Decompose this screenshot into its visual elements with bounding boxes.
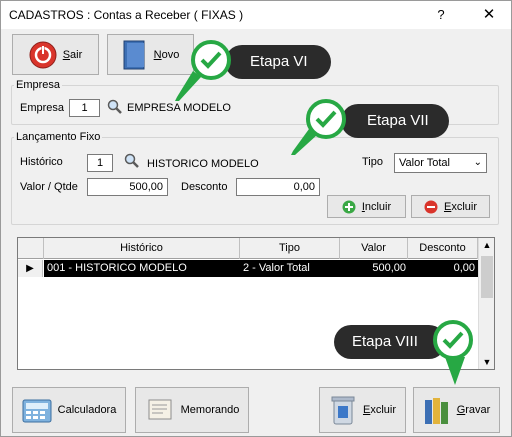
column-header-desconto[interactable]: Desconto bbox=[408, 238, 478, 259]
selected-row[interactable]: 001 - HISTORICO MODELO 2 - Valor Total 5… bbox=[44, 260, 478, 277]
cell-historico: 001 - HISTORICO MODELO bbox=[47, 262, 187, 274]
historico-name: HISTORICO MODELO bbox=[147, 158, 259, 170]
window-title: CADASTROS : Contas a Receber ( FIXAS ) bbox=[9, 8, 244, 22]
tipo-select-value: Valor Total bbox=[399, 157, 450, 169]
search-icon[interactable] bbox=[107, 99, 123, 115]
scroll-down-icon[interactable]: ▼ bbox=[479, 357, 494, 367]
sair-button[interactable]: Sair bbox=[12, 34, 99, 75]
sair-label: Sair bbox=[62, 48, 83, 61]
callout-etapa-7: Etapa VII bbox=[341, 104, 449, 138]
gravar-label: Gravar bbox=[456, 404, 491, 416]
desconto-input[interactable]: 0,00 bbox=[236, 178, 320, 196]
folder-icon bbox=[123, 40, 145, 69]
scroll-up-icon[interactable]: ▲ bbox=[479, 240, 494, 250]
excluir-item-button[interactable]: Excluir bbox=[411, 195, 490, 218]
memorando-label: Memorando bbox=[180, 404, 240, 416]
app-window: CADASTROS : Contas a Receber ( FIXAS ) ?… bbox=[0, 0, 512, 437]
cell-valor: 500,00 bbox=[372, 262, 406, 274]
empresa-name: EMPRESA MODELO bbox=[127, 102, 231, 114]
valor-label: Valor / Qtde bbox=[20, 181, 78, 193]
historico-label: Histórico bbox=[20, 156, 63, 168]
incluir-button[interactable]: Incluir bbox=[327, 195, 406, 218]
row-indicator-icon: ▶ bbox=[18, 260, 43, 277]
empresa-label: Empresa bbox=[20, 102, 65, 114]
excluir-item-label: Excluir bbox=[443, 200, 477, 213]
cell-tipo: 2 - Valor Total bbox=[243, 262, 310, 274]
binders-icon bbox=[424, 398, 448, 424]
novo-label: Novo bbox=[153, 48, 180, 61]
novo-button[interactable]: Novo bbox=[107, 34, 194, 75]
desconto-label: Desconto bbox=[181, 181, 228, 193]
callout-etapa-8: Etapa VIII bbox=[334, 325, 446, 359]
table-header: Histórico Tipo Valor Desconto bbox=[18, 238, 494, 259]
chevron-down-icon: ⌄ bbox=[473, 157, 482, 168]
scroll-thumb[interactable] bbox=[481, 256, 493, 298]
column-header-tipo[interactable]: Tipo bbox=[240, 238, 340, 259]
historico-code-input[interactable]: 1 bbox=[87, 154, 113, 172]
column-header-historico[interactable]: Histórico bbox=[44, 238, 240, 259]
empresa-group-label: Empresa bbox=[16, 79, 61, 91]
historico-search-icon[interactable] bbox=[124, 153, 140, 169]
gravar-button[interactable]: Gravar bbox=[413, 387, 500, 433]
pointer-arrow-icon bbox=[175, 71, 201, 101]
calculator-icon bbox=[22, 399, 52, 423]
cell-desconto: 0,00 bbox=[453, 262, 475, 274]
header-indicator bbox=[18, 238, 44, 259]
title-bar: CADASTROS : Contas a Receber ( FIXAS ) ?… bbox=[1, 1, 511, 29]
excluir-label: Excluir bbox=[362, 404, 396, 416]
trash-icon bbox=[331, 396, 355, 425]
checkmark-icon bbox=[433, 320, 473, 360]
vertical-scrollbar[interactable]: ▲ ▼ bbox=[478, 238, 494, 369]
valor-input[interactable]: 500,00 bbox=[87, 178, 168, 196]
lancamento-group-label: Lançamento Fixo bbox=[16, 131, 101, 143]
excluir-button[interactable]: Excluir bbox=[319, 387, 406, 433]
incluir-label: Incluir bbox=[361, 200, 392, 213]
empresa-code-input[interactable]: 1 bbox=[69, 99, 100, 117]
pointer-arrow-icon bbox=[445, 357, 465, 385]
scroll-paper-icon bbox=[148, 399, 172, 420]
tipo-select[interactable]: Valor Total ⌄ bbox=[394, 153, 487, 173]
memorando-button[interactable]: Memorando bbox=[135, 387, 249, 433]
calculadora-button[interactable]: Calculadora bbox=[12, 387, 126, 433]
plus-icon bbox=[342, 200, 356, 213]
tipo-label: Tipo bbox=[362, 156, 383, 168]
help-button[interactable]: ? bbox=[431, 5, 451, 25]
column-header-valor[interactable]: Valor bbox=[340, 238, 408, 259]
pointer-arrow-icon bbox=[291, 129, 317, 155]
table-row[interactable]: ▶ 001 - HISTORICO MODELO 2 - Valor Total… bbox=[18, 260, 478, 277]
close-button[interactable]: ✕ bbox=[477, 5, 501, 25]
power-icon bbox=[29, 41, 57, 68]
minus-icon bbox=[424, 200, 438, 213]
calculadora-label: Calculadora bbox=[57, 404, 117, 416]
callout-etapa-6: Etapa VI bbox=[225, 45, 331, 79]
